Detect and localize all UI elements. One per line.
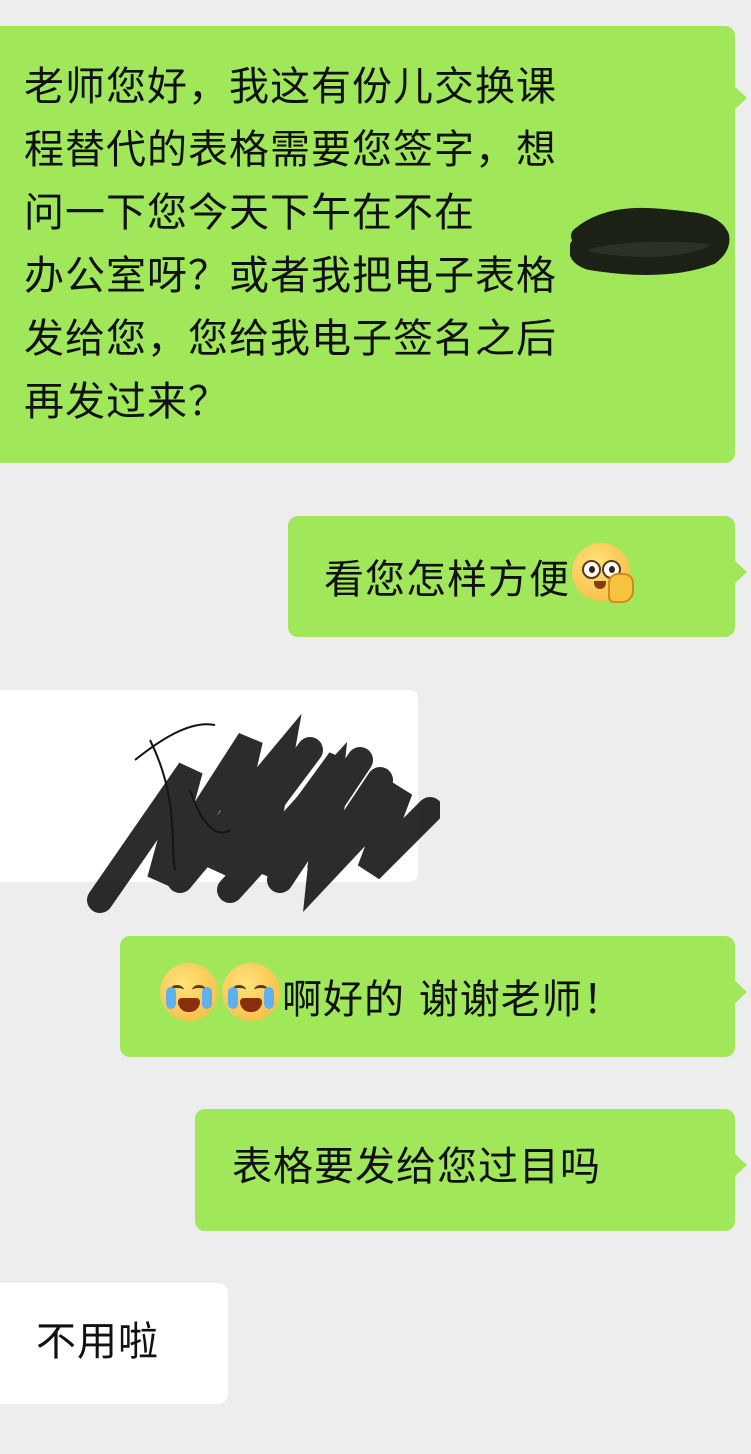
- received-image-message[interactable]: [0, 690, 440, 913]
- message-text: 看您怎样方便: [324, 557, 570, 603]
- sent-message-bubble[interactable]: 看您怎样方便: [288, 516, 747, 637]
- handwritten-signature-image: [87, 713, 440, 913]
- sent-message-bubble[interactable]: 老师您好，我这有份儿交换课 程替代的表格需要您签字，想 问一下您今天下午在不在 …: [0, 26, 747, 463]
- sent-message-bubble[interactable]: 表格要发给您过目吗: [195, 1109, 747, 1231]
- sent-message-bubble[interactable]: 啊好的 谢谢老师！: [120, 936, 747, 1057]
- crying-face-icon: [160, 963, 218, 1021]
- thinking-face-icon: [572, 543, 634, 603]
- received-message-bubble[interactable]: 不用啦: [0, 1283, 228, 1404]
- crying-face-icon: [222, 963, 280, 1021]
- redaction-scribble: [570, 207, 730, 275]
- message-text: 啊好的 谢谢老师！: [282, 977, 624, 1023]
- message-text: 不用啦: [36, 1319, 159, 1365]
- message-text: 表格要发给您过目吗: [232, 1144, 601, 1190]
